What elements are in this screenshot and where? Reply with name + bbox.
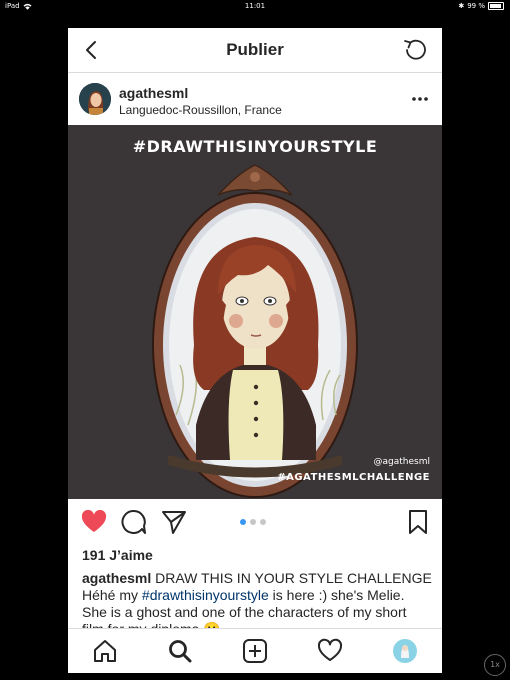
status-bar: iPad 11:01 ✱ 99 % — [0, 0, 510, 14]
carousel-indicator — [240, 519, 266, 525]
tab-bar — [68, 628, 442, 673]
likes-count[interactable]: 191 J’aime — [82, 547, 153, 563]
like-heart-icon[interactable] — [80, 508, 108, 536]
back-button[interactable] — [80, 38, 104, 62]
caption-hashtag[interactable]: #drawthisinyourstyle — [142, 587, 269, 603]
avatar[interactable] — [79, 83, 111, 115]
carousel-dot — [260, 519, 266, 525]
comment-icon[interactable] — [120, 508, 148, 536]
activity-heart-icon[interactable] — [317, 638, 343, 664]
page-title: Publier — [226, 40, 284, 59]
refresh-icon[interactable] — [402, 37, 428, 63]
app-screen: Publier agathesml Languedoc-Roussillon, … — [68, 28, 442, 673]
top-bar: Publier — [68, 28, 442, 73]
artwork-handle: @agathesml — [373, 457, 430, 467]
carousel-dot — [240, 519, 246, 525]
artwork-illustration — [152, 164, 358, 498]
bookmark-icon[interactable] — [404, 508, 432, 536]
post-username[interactable]: agathesml — [119, 85, 188, 101]
avatar-illustration — [79, 83, 111, 115]
bluetooth-icon: ✱ — [458, 2, 465, 10]
playback-speed-button[interactable]: 1x — [484, 654, 506, 676]
status-right: ✱ 99 % — [458, 2, 504, 10]
post-header: agathesml Languedoc-Roussillon, France — [68, 73, 442, 125]
post-location[interactable]: Languedoc-Roussillon, France — [119, 103, 282, 117]
post-image[interactable]: #DRAWTHISINYOURSTYLE @agathesml #AGATHES… — [68, 125, 442, 499]
caption-username[interactable]: agathesml — [82, 570, 151, 586]
post-actions — [68, 499, 442, 545]
more-options-icon[interactable] — [410, 89, 430, 109]
artwork-challenge-tag: #AGATHESMLCHALLENGE — [277, 472, 430, 483]
carousel-dot — [250, 519, 256, 525]
battery-icon — [488, 2, 504, 10]
battery-label: 99 % — [467, 2, 485, 10]
search-icon[interactable] — [167, 638, 193, 664]
artwork-signature: @agathesml #AGATHESMLCHALLENGE — [277, 455, 430, 485]
home-icon[interactable] — [92, 638, 118, 664]
share-direct-icon[interactable] — [160, 508, 188, 536]
caption-text-start: Héhé my — [82, 587, 142, 603]
profile-avatar-icon[interactable] — [392, 638, 418, 664]
caption-line1: DRAW THIS IN YOUR STYLE CHALLENGE — [151, 570, 432, 586]
post-caption: agathesml DRAW THIS IN YOUR STYLE CHALLE… — [82, 570, 432, 633]
status-time: 11:01 — [244, 2, 266, 10]
add-post-icon[interactable] — [242, 638, 268, 664]
artwork-title: #DRAWTHISINYOURSTYLE — [132, 137, 378, 156]
